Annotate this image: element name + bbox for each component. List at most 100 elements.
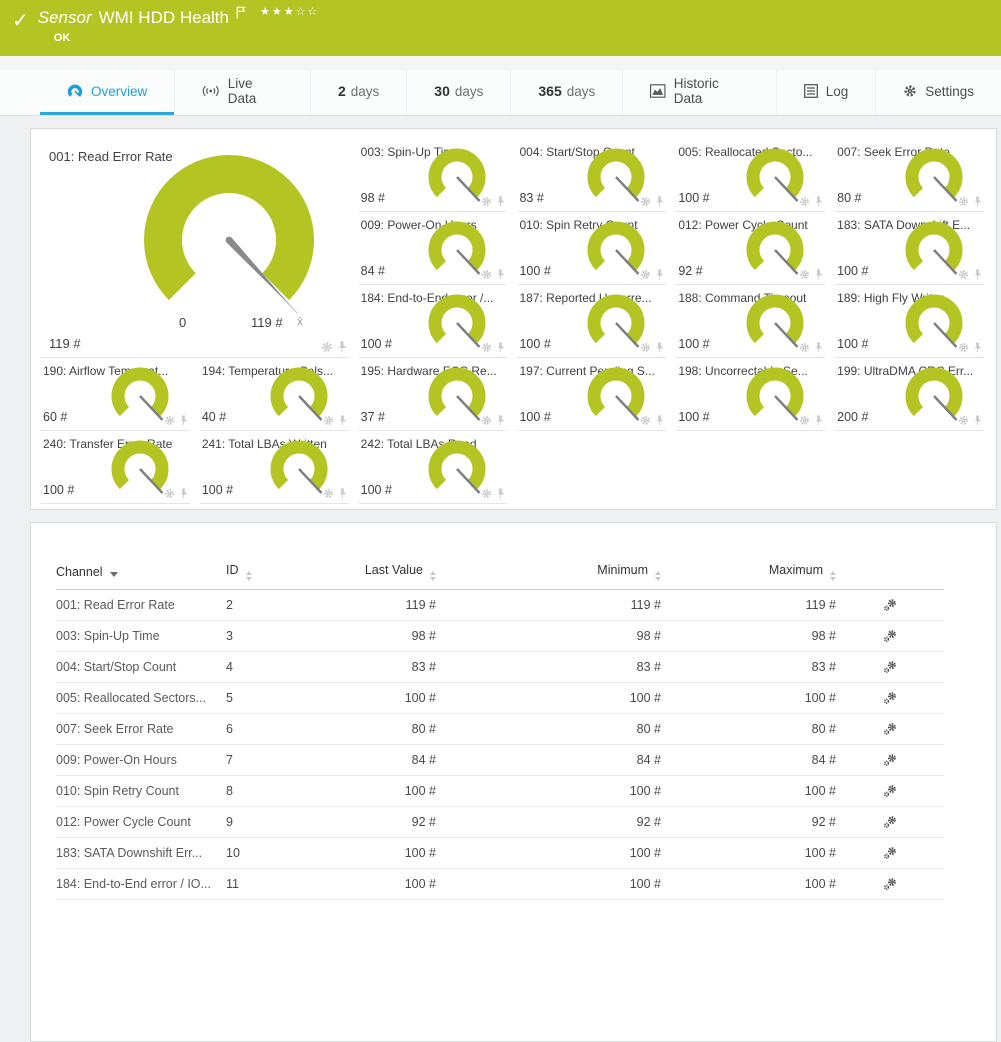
gear-icon[interactable] [164, 488, 175, 499]
gear-icon[interactable] [481, 342, 492, 353]
channel-minimum: 83 # [436, 652, 661, 683]
pin-icon[interactable] [496, 196, 505, 207]
col-maximum[interactable]: Maximum [661, 557, 836, 590]
channel-maximum: 92 # [661, 807, 836, 838]
channel-settings-icon[interactable] [883, 877, 897, 891]
table-row: 005: Reallocated Sectors...5100 #100 #10… [56, 683, 944, 714]
tab-overview[interactable]: Overview [40, 70, 174, 115]
channel-id: 6 [226, 714, 301, 745]
channel-last-value: 92 # [301, 807, 436, 838]
gauge-value: 119 # [49, 336, 81, 351]
channel-minimum: 119 # [436, 590, 661, 621]
priority-stars[interactable]: ★★★☆☆ [260, 6, 319, 19]
gear-icon[interactable] [958, 415, 969, 426]
pin-icon[interactable] [496, 342, 505, 353]
channel-name: 183: SATA Downshift Err... [56, 838, 226, 869]
gauge-value: 100 # [202, 483, 233, 497]
pin-icon[interactable] [655, 342, 664, 353]
pin-icon[interactable] [814, 269, 823, 280]
pin-icon[interactable] [338, 415, 347, 426]
col-last-value[interactable]: Last Value [301, 557, 436, 590]
pin-icon[interactable] [973, 269, 982, 280]
channel-maximum: 84 # [661, 745, 836, 776]
pin-icon[interactable] [655, 415, 664, 426]
channel-settings-icon[interactable] [883, 598, 897, 612]
sort-icon [246, 571, 252, 581]
gauge-tile: 188: Command Timeout100 # [676, 285, 825, 358]
tab-log[interactable]: Log [776, 70, 876, 115]
pin-icon[interactable] [655, 196, 664, 207]
pin-icon[interactable] [179, 488, 188, 499]
gear-icon[interactable] [799, 415, 810, 426]
flag-icon[interactable] [236, 6, 246, 19]
channel-last-value: 100 # [301, 683, 436, 714]
tab-2-days[interactable]: 2days [310, 70, 406, 115]
tab-live-data[interactable]: Live Data [174, 70, 310, 115]
channel-maximum: 83 # [661, 652, 836, 683]
pin-icon[interactable] [179, 415, 188, 426]
gear-icon[interactable] [481, 269, 492, 280]
tab-365-days[interactable]: 365days [510, 70, 622, 115]
channel-last-value: 98 # [301, 621, 436, 652]
gear-icon[interactable] [640, 269, 651, 280]
channel-id: 8 [226, 776, 301, 807]
gear-icon[interactable] [481, 488, 492, 499]
pin-icon[interactable] [973, 415, 982, 426]
gear-icon[interactable] [799, 342, 810, 353]
gear-icon[interactable] [481, 196, 492, 207]
gear-icon[interactable] [321, 341, 333, 353]
channel-settings-icon[interactable] [883, 629, 897, 643]
gear-icon[interactable] [958, 269, 969, 280]
channel-settings-icon[interactable] [883, 660, 897, 674]
gear-icon[interactable] [958, 196, 969, 207]
channel-settings-icon[interactable] [883, 846, 897, 860]
col-minimum[interactable]: Minimum [436, 557, 661, 590]
gear-icon[interactable] [958, 342, 969, 353]
table-row: 183: SATA Downshift Err...10100 #100 #10… [56, 838, 944, 869]
gear-icon[interactable] [799, 269, 810, 280]
col-channel[interactable]: Channel [56, 557, 226, 590]
col-id[interactable]: ID [226, 557, 301, 590]
channel-minimum: 100 # [436, 776, 661, 807]
gauge-value: 60 # [43, 410, 67, 424]
pin-icon[interactable] [814, 196, 823, 207]
gear-icon[interactable] [164, 415, 175, 426]
channel-id: 5 [226, 683, 301, 714]
channel-gauge [902, 366, 966, 428]
gauge-tile: 190: Airflow Temperat...60 # [41, 358, 190, 431]
pin-icon[interactable] [338, 488, 347, 499]
channel-settings-icon[interactable] [883, 753, 897, 767]
tab-historic-data[interactable]: Historic Data [622, 70, 775, 115]
pin-icon[interactable] [496, 415, 505, 426]
gear-icon[interactable] [799, 196, 810, 207]
gauge-value: 92 # [678, 264, 702, 278]
channel-last-value: 100 # [301, 838, 436, 869]
channel-settings-icon[interactable] [883, 691, 897, 705]
channel-settings-icon[interactable] [883, 815, 897, 829]
gear-icon[interactable] [640, 196, 651, 207]
pin-icon[interactable] [973, 342, 982, 353]
pin-icon[interactable] [655, 269, 664, 280]
pin-icon[interactable] [496, 269, 505, 280]
col-actions [836, 557, 944, 590]
pin-icon[interactable] [337, 341, 347, 353]
gear-icon[interactable] [323, 488, 334, 499]
gear-icon[interactable] [640, 415, 651, 426]
primary-channel-gauge-tile: 001: Read Error Rate x̄ 0 119 # 119 # [41, 139, 349, 358]
pin-icon[interactable] [973, 196, 982, 207]
gear-icon[interactable] [481, 415, 492, 426]
tab-30-days[interactable]: 30days [406, 70, 510, 115]
pin-icon[interactable] [814, 415, 823, 426]
pin-icon[interactable] [496, 488, 505, 499]
broadcast-icon [202, 84, 219, 98]
channel-settings-icon[interactable] [883, 784, 897, 798]
channel-id: 7 [226, 745, 301, 776]
channel-settings-icon[interactable] [883, 722, 897, 736]
sort-icon [655, 571, 661, 581]
channel-id: 10 [226, 838, 301, 869]
channel-name: 004: Start/Stop Count [56, 652, 226, 683]
pin-icon[interactable] [814, 342, 823, 353]
gear-icon[interactable] [640, 342, 651, 353]
gear-icon[interactable] [323, 415, 334, 426]
tab-settings[interactable]: Settings [875, 70, 1001, 115]
